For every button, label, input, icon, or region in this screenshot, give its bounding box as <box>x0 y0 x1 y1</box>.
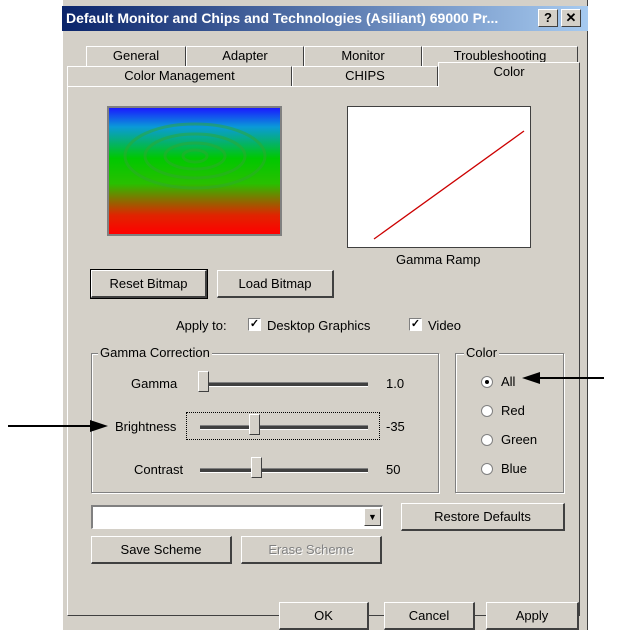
arrow-to-all-head <box>522 372 540 384</box>
tab-color[interactable]: Color <box>438 62 580 87</box>
arrow-to-brightness-head <box>90 420 108 432</box>
annotation-arrows <box>8 372 604 432</box>
